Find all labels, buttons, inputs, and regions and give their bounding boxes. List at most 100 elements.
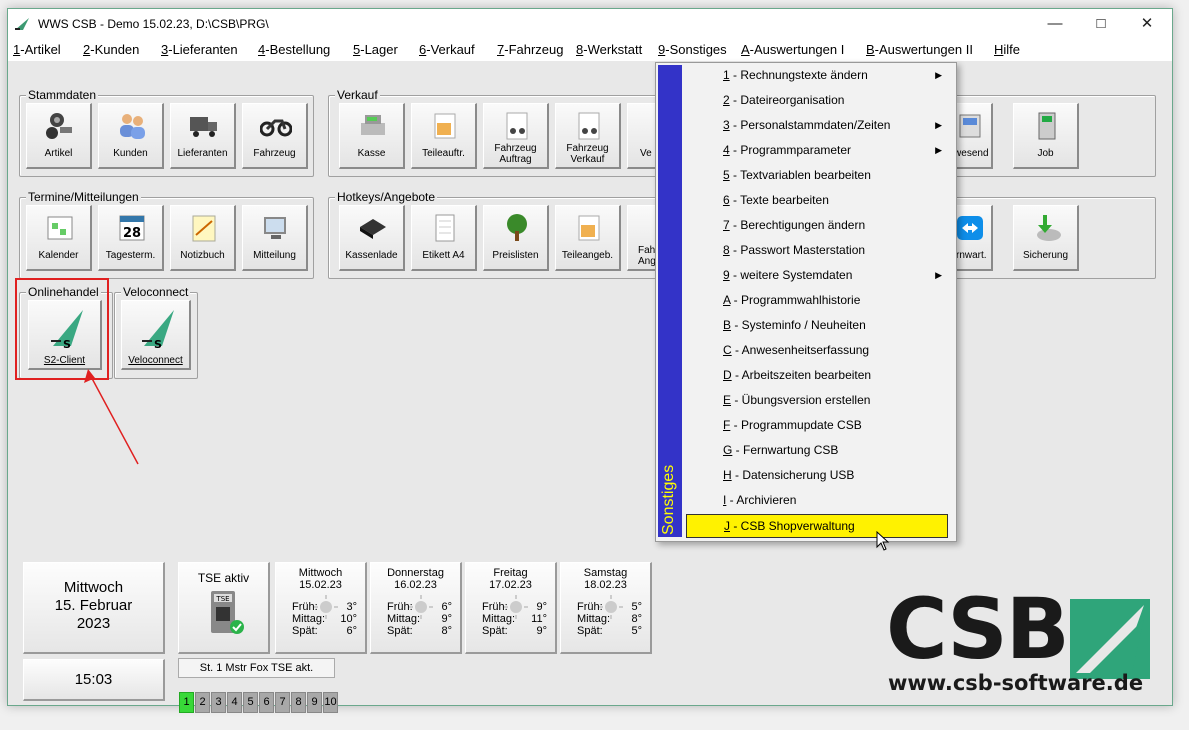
menu-fahrzeug[interactable]: 7-Fahrzeug: [497, 42, 563, 57]
menu-auswertungen-1[interactable]: A-Auswertungen I: [741, 42, 844, 57]
parts-icon: [46, 113, 72, 139]
weather-day-4: Samstag 18.02.23 Früh: Mittag: Spät: 5° …: [560, 562, 652, 654]
weather-day-2: Donnerstag 16.02.23 Früh: Mittag: Spät: …: [370, 562, 462, 654]
menu-verkauf[interactable]: 6-Verkauf: [419, 42, 475, 57]
cash-drawer-icon: [360, 219, 386, 239]
page-button-8[interactable]: 8: [291, 692, 306, 713]
callout-arrow-icon: [84, 369, 139, 465]
attendance-icon: [959, 114, 981, 138]
window-title: WWS CSB - Demo 15.02.23, D:\CSB\PRG\: [38, 17, 269, 31]
menu-artikel[interactable]: 1-Artikel: [13, 42, 61, 57]
menuitem-berechtigungen[interactable]: 7 - Berechtigungen ändern: [686, 213, 948, 237]
menu-auswertungen-2[interactable]: B-Auswertungen II: [866, 42, 973, 57]
menuitem-textvariablen[interactable]: 5 - Textvariablen bearbeiten: [686, 163, 948, 187]
dropdown-side-bar: Sonstiges: [658, 65, 682, 537]
calendar-icon: [47, 216, 73, 240]
menuitem-archivieren[interactable]: I - Archivieren: [686, 488, 948, 512]
submenu-arrow-icon: ▶: [935, 120, 942, 130]
menu-lieferanten[interactable]: 3-Lieferanten: [161, 42, 238, 57]
menu-werkstatt[interactable]: 8-Werkstatt: [576, 42, 642, 57]
page-button-5[interactable]: 5: [243, 692, 258, 713]
menuitem-programmupdate[interactable]: F - Programmupdate CSB: [686, 413, 948, 437]
tile-mitteilung[interactable]: Mitteilung: [242, 205, 308, 271]
menu-hilfe[interactable]: Hilfe: [994, 42, 1020, 57]
menu-sonstiges[interactable]: 9-Sonstiges: [658, 42, 727, 57]
tile-artikel[interactable]: Artikel: [26, 103, 92, 169]
maximize-icon[interactable]: □: [1078, 9, 1124, 39]
tile-tagesterm[interactable]: 28 Tagesterm.: [98, 205, 164, 271]
csb-url: www.csb-software.de: [888, 671, 1144, 695]
weather-day-1: Mittwoch 15.02.23 Früh: Mittag: Spät: 3°…: [275, 562, 367, 654]
svg-text:TSE: TSE: [215, 595, 229, 603]
tile-notizbuch[interactable]: Notizbuch: [170, 205, 236, 271]
tile-teileauftr[interactable]: Teileauftr.: [411, 103, 477, 169]
page-button-3[interactable]: 3: [211, 692, 226, 713]
page-button-2[interactable]: 2: [195, 692, 210, 713]
menuitem-uebungsversion[interactable]: E - Übungsversion erstellen: [686, 388, 948, 412]
menuitem-systeminfo[interactable]: B - Systeminfo / Neuheiten: [686, 313, 948, 337]
tile-kasse[interactable]: Kasse: [339, 103, 405, 169]
menu-lager[interactable]: 5-Lager: [353, 42, 398, 57]
timeclock-icon: [1038, 112, 1056, 140]
menuitem-rechnungstexte[interactable]: 1 - Rechnungstexte ändern ▶: [686, 63, 948, 87]
day-calendar-icon: 28: [119, 215, 145, 241]
page-button-6[interactable]: 6: [259, 692, 274, 713]
page-button-7[interactable]: 7: [275, 692, 290, 713]
title-bar[interactable]: WWS CSB - Demo 15.02.23, D:\CSB\PRG\ — □…: [8, 9, 1172, 39]
menuitem-programmparameter[interactable]: 4 - Programmparameter ▶: [686, 138, 948, 162]
menuitem-shopverwaltung[interactable]: J - CSB Shopverwaltung: [686, 514, 948, 538]
tile-sicherung[interactable]: Sicherung: [1013, 205, 1079, 271]
menuitem-programmwahlhistorie[interactable]: A - Programmwahlhistorie: [686, 288, 948, 312]
monitor-icon: [264, 217, 286, 239]
page-button-1[interactable]: 1: [179, 692, 194, 713]
parts-offer-icon: [578, 215, 600, 241]
tile-preislisten[interactable]: Preislisten: [483, 205, 549, 271]
tile-fahrzeug-auftrag[interactable]: Fahrzeug Auftrag: [483, 103, 549, 169]
page-button-4[interactable]: 4: [227, 692, 242, 713]
svg-text:28: 28: [123, 226, 141, 241]
submenu-arrow-icon: ▶: [935, 70, 942, 80]
date-panel: Mittwoch 15. Februar 2023: [23, 562, 165, 654]
menuitem-dateireorganisation[interactable]: 2 - Dateireorganisation: [686, 88, 948, 112]
group-label: Verkauf: [335, 88, 380, 102]
menuitem-systemdaten[interactable]: 9 - weitere Systemdaten ▶: [686, 263, 948, 287]
backup-disk-icon: [1037, 215, 1061, 241]
tile-kunden[interactable]: Kunden: [98, 103, 164, 169]
group-termine: Termine/Mitteilungen Kalender 28 Tageste…: [19, 190, 314, 279]
submenu-arrow-icon: ▶: [935, 270, 942, 280]
menu-bar: 1-Artikel 2-Kunden 3-Lieferanten 4-Beste…: [8, 39, 1172, 61]
weather-day-3: Freitag 17.02.23 Früh: Mittag: Spät: 9° …: [465, 562, 557, 654]
tile-kassenlade[interactable]: Kassenlade: [339, 205, 405, 271]
tile-kalender[interactable]: Kalender: [26, 205, 92, 271]
menu-kunden[interactable]: 2-Kunden: [83, 42, 139, 57]
veloconnect-icon: S: [142, 310, 174, 350]
cash-register-icon: [361, 115, 385, 135]
time-panel: 15:03: [23, 659, 165, 701]
notepad-icon: [192, 215, 216, 242]
menuitem-personalstammdaten[interactable]: 3 - Personalstammdaten/Zeiten ▶: [686, 113, 948, 137]
tile-fahrzeug[interactable]: Fahrzeug: [242, 103, 308, 169]
group-stammdaten: Stammdaten Artikel Kunden Lieferanten Fa…: [19, 88, 314, 177]
menu-bestellung[interactable]: 4-Bestellung: [258, 42, 330, 57]
menuitem-fernwartung[interactable]: G - Fernwartung CSB: [686, 438, 948, 462]
remote-support-icon: [957, 216, 983, 240]
menuitem-texte[interactable]: 6 - Texte bearbeiten: [686, 188, 948, 212]
tse-panel[interactable]: TSE aktiv TSE: [178, 562, 270, 654]
menuitem-arbeitszeiten[interactable]: D - Arbeitszeiten bearbeiten: [686, 363, 948, 387]
tile-fahrzeug-verkauf[interactable]: Fahrzeug Verkauf: [555, 103, 621, 169]
menuitem-anwesenheit[interactable]: C - Anwesenheitserfassung: [686, 338, 948, 362]
menuitem-datensicherung[interactable]: H - Datensicherung USB: [686, 463, 948, 487]
csb-logo-text: CSB: [886, 580, 1070, 678]
group-label: Termine/Mitteilungen: [26, 190, 141, 204]
page-button-9[interactable]: 9: [307, 692, 322, 713]
customers-icon: [120, 114, 145, 139]
page-button-10[interactable]: 10: [323, 692, 338, 713]
minimize-icon[interactable]: —: [1032, 9, 1078, 39]
close-icon[interactable]: ✕: [1124, 9, 1170, 39]
tile-teileangeb[interactable]: Teileangeb.: [555, 205, 621, 271]
menuitem-passwort[interactable]: 8 - Passwort Masterstation: [686, 238, 948, 262]
tile-lieferanten[interactable]: Lieferanten: [170, 103, 236, 169]
tile-job[interactable]: Job: [1013, 103, 1079, 169]
tile-etikett-a4[interactable]: Etikett A4: [411, 205, 477, 271]
sonstiges-dropdown: Sonstiges 1 - Rechnungstexte ändern ▶ 2 -…: [655, 62, 957, 542]
